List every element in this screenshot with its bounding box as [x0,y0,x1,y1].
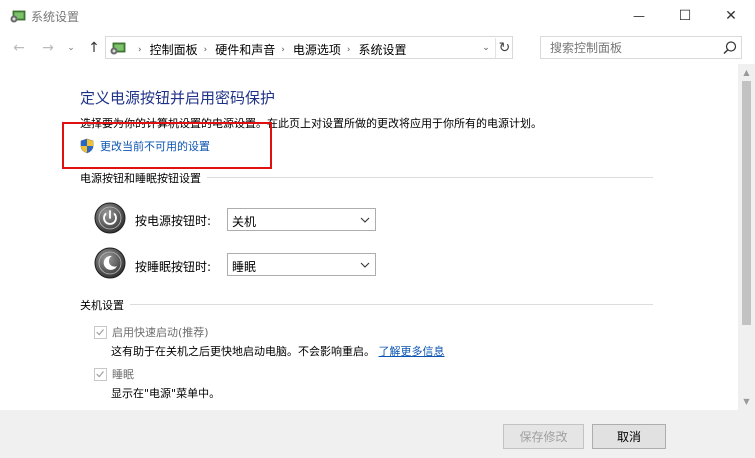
search-box [540,36,742,59]
back-button[interactable]: ← [10,39,28,57]
breadcrumb-separator-icon[interactable]: › [281,45,285,55]
sleep-button-select[interactable]: 睡眠 [227,253,376,276]
breadcrumb-separator-icon[interactable]: › [204,45,208,55]
power-button-select-value: 关机 [232,215,257,229]
chevron-down-icon: ⌄ [67,43,75,53]
minimize-button[interactable]: — [616,0,662,32]
arrow-right-icon: → [42,40,54,56]
arrow-left-icon: ← [13,40,25,56]
scroll-thumb[interactable] [742,81,751,325]
window-title: 系统设置 [31,10,80,24]
power-button-icon [94,202,126,234]
page-title: 定义电源按钮并启用密码保护 [80,89,276,107]
sleep-button-select-value: 睡眠 [232,260,257,274]
breadcrumb-system-settings[interactable]: 系统设置 [358,41,406,58]
sleep-button-label: 按睡眠按钮时: [135,260,212,274]
maximize-button[interactable]: ☐ [662,0,708,32]
sleep-description: 显示在"电源"菜单中。 [111,387,221,400]
change-settings-link-text[interactable]: 更改当前不可用的设置 [100,138,210,154]
sleep-checkbox[interactable] [94,367,107,381]
recent-locations-button[interactable]: ⌄ [65,39,77,57]
fast-startup-desc-text: 这有助于在关机之后更快地启动电脑。不会影响重启。 [111,345,375,358]
change-unavailable-settings-link[interactable]: 更改当前不可用的设置 [79,138,210,154]
breadcrumb: › 控制面板 › 硬件和声音 › 电源选项 › 系统设置 [132,41,407,58]
power-button-label: 按电源按钮时: [135,214,212,228]
maximize-icon: ☐ [678,8,692,24]
up-button[interactable]: ↑ [85,39,103,57]
refresh-icon: ↻ [498,40,511,56]
address-dropdown-button[interactable]: ⌄ [480,40,492,56]
minimize-icon: — [633,9,645,23]
sleep-label: 睡眠 [112,368,134,381]
checkmark-icon [96,370,104,377]
breadcrumb-hardware-sound[interactable]: 硬件和声音 [215,41,275,58]
search-input[interactable] [541,37,719,58]
arrow-up-icon: ↑ [88,40,100,56]
title-bar: 系统设置 — ☐ ✕ [0,0,755,32]
breadcrumb-separator-icon[interactable]: › [138,45,142,55]
save-button[interactable]: 保存修改 [503,424,584,449]
close-icon: ✕ [725,8,737,24]
chevron-down-icon: ⌄ [482,43,490,53]
power-button-select[interactable]: 关机 [227,208,376,231]
refresh-button[interactable]: ↻ [495,38,513,58]
checkmark-icon [96,328,104,335]
search-icon[interactable] [721,39,739,57]
close-button[interactable]: ✕ [708,0,754,32]
shutdown-group-label: 关机设置 [80,297,130,313]
fast-startup-description: 这有助于在关机之后更快地启动电脑。不会影响重启。 了解更多信息 [111,343,445,359]
breadcrumb-separator-icon[interactable]: › [347,45,351,55]
fast-startup-option: 启用快速启动(推荐) [94,324,209,340]
scroll-down-icon[interactable]: ▼ [738,393,755,410]
control-panel-icon [110,42,126,55]
sleep-button-icon [94,247,126,279]
chevron-down-icon [360,217,370,223]
page-description: 选择要为你的计算机设置的电源设置。在此页上对设置所做的更改将应用于你所有的电源计… [80,117,542,130]
breadcrumb-control-panel[interactable]: 控制面板 [150,41,198,58]
sleep-option: 睡眠 [94,366,134,382]
chevron-down-icon [360,262,370,268]
uac-shield-icon [80,138,94,154]
vertical-scrollbar[interactable]: ▲ ▼ [738,64,755,410]
breadcrumb-power-options[interactable]: 电源选项 [293,41,341,58]
fast-startup-checkbox[interactable] [94,325,107,339]
power-group-label: 电源按钮和睡眠按钮设置 [80,170,207,186]
fast-startup-label: 启用快速启动(推荐) [112,326,209,339]
control-panel-icon [10,10,26,23]
scroll-up-icon[interactable]: ▲ [738,64,755,81]
learn-more-link[interactable]: 了解更多信息 [379,345,445,358]
forward-button[interactable]: → [39,39,57,57]
group-divider [80,304,653,305]
address-bar[interactable]: › 控制面板 › 硬件和声音 › 电源选项 › 系统设置 ⌄ ↻ [105,36,513,59]
cancel-button[interactable]: 取消 [592,424,666,449]
